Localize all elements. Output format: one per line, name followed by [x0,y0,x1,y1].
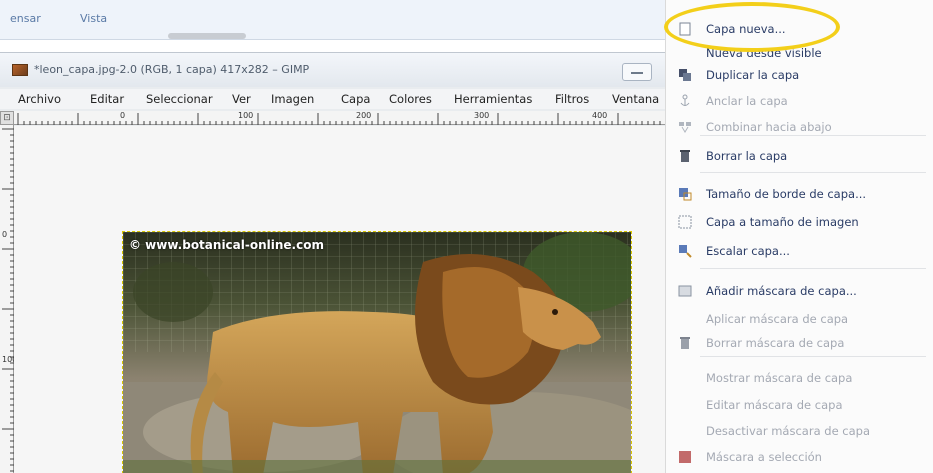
ctx-item-11[interactable]: Aplicar máscara de capa [666,308,933,330]
ruler-h-label-0: 0 [120,111,126,120]
ruler-h-label-100: 100 [238,111,254,120]
menu-archivo[interactable]: Archivo [18,92,61,106]
menubar: Archivo Editar Seleccionar Ver Imagen Ca… [0,89,665,109]
ctx-item-label: Anclar la capa [706,94,788,108]
ctx-item-3[interactable]: Duplicar la capa [666,64,933,86]
menu-ventana[interactable]: Ventana [612,92,659,106]
menu-item-pensar[interactable]: ensar [10,12,41,25]
lion-photo-graphic [123,232,631,473]
ctx-item-10[interactable]: Añadir máscara de capa... [666,280,933,302]
ctx-item-label: Combinar hacia abajo [706,120,832,134]
ctx-item-15[interactable]: Desactivar máscara de capa [666,420,933,442]
menu-ver[interactable]: Ver [232,92,251,106]
ctx-item-9[interactable]: Escalar capa... [666,240,933,262]
layer-boundary-icon [678,187,692,201]
ruler-corner-button[interactable]: ⊡ [0,111,14,125]
menu-herramientas[interactable]: Herramientas [454,92,532,106]
menu-imagen[interactable]: Imagen [271,92,314,106]
menu-separator-2 [700,172,926,173]
ctx-item-label: Escalar capa... [706,244,790,258]
vertical-ruler-ticks [2,128,14,472]
menu-capa[interactable]: Capa [341,92,370,106]
ctx-item-4[interactable]: Anclar la capa [666,90,933,112]
menu-filtros[interactable]: Filtros [555,92,589,106]
gimp-image-window: *leon_capa.jpg-2.0 (RGB, 1 capa) 417x282… [0,52,665,473]
delete-mask-icon [678,336,692,350]
anchor-icon [678,94,692,108]
layer-context-menu: Capa nueva... Nueva desde visible Duplicar… [665,0,933,473]
ctx-item-label: Borrar la capa [706,149,788,163]
ctx-item-label: Mostrar máscara de capa [706,371,853,385]
ctx-item-13[interactable]: Mostrar máscara de capa [666,367,933,389]
horizontal-ruler[interactable]: 0 100 200 300 400 [14,111,665,125]
menu-item-vista[interactable]: Vista [80,12,107,25]
ctx-item-7[interactable]: Tamaño de borde de capa... [666,183,933,205]
menu-separator-3 [700,268,926,269]
scale-layer-icon [678,244,692,258]
background-window-menubar: ensar Vista [0,0,665,40]
ruler-h-label-400: 400 [592,111,608,120]
layer-to-image-icon [678,215,692,229]
ctx-item-label: Aplicar máscara de capa [706,312,849,326]
delete-layer-icon [678,149,692,163]
ctx-item-16[interactable]: Máscara a selección [666,446,933,468]
ruler-v-label-0: 0 [2,230,8,239]
menu-editar[interactable]: Editar [90,92,124,106]
ctx-item-label: Duplicar la capa [706,68,800,82]
menu-colores[interactable]: Colores [389,92,432,106]
ctx-item-12[interactable]: Borrar máscara de capa [666,332,933,354]
menu-separator-1 [700,135,926,136]
ruler-h-label-300: 300 [474,111,490,120]
scroll-grip[interactable] [168,33,246,39]
merge-down-icon [678,120,692,134]
duplicate-layer-icon [678,68,692,82]
minimize-button[interactable] [622,63,652,81]
vertical-ruler[interactable]: 0 100 [0,125,17,473]
ctx-item-label: Capa a tamaño de imagen [706,215,859,229]
window-title: *leon_capa.jpg-2.0 (RGB, 1 capa) 417x282… [34,63,310,76]
mask-to-selection-icon [678,450,692,464]
add-mask-icon [678,284,692,298]
ctx-item-label: Borrar máscara de capa [706,336,845,350]
highlight-ring [664,2,840,52]
lion-photo[interactable]: © www.botanical-online.com [122,231,632,473]
ruler-h-label-200: 200 [356,111,372,120]
menu-seleccionar[interactable]: Seleccionar [146,92,213,106]
menu-separator-4 [700,356,926,357]
ctx-item-label: Máscara a selección [706,450,822,464]
title-bar[interactable]: *leon_capa.jpg-2.0 (RGB, 1 capa) 417x282… [0,53,665,87]
minimize-icon [631,72,643,74]
ctx-item-label: Tamaño de borde de capa... [706,187,867,201]
ctx-item-label: Desactivar máscara de capa [706,424,871,438]
gimp-app-icon [12,64,28,76]
ctx-item-label: Editar máscara de capa [706,398,843,412]
ctx-item-label: Añadir máscara de capa... [706,284,857,298]
canvas-area[interactable]: © www.botanical-online.com [14,126,665,473]
watermark-text: © www.botanical-online.com [129,238,324,252]
ctx-item-14[interactable]: Editar máscara de capa [666,394,933,416]
horizontal-ruler-ticks [17,113,661,125]
ctx-item-6[interactable]: Borrar la capa [666,145,933,167]
ctx-item-8[interactable]: Capa a tamaño de imagen [666,211,933,233]
